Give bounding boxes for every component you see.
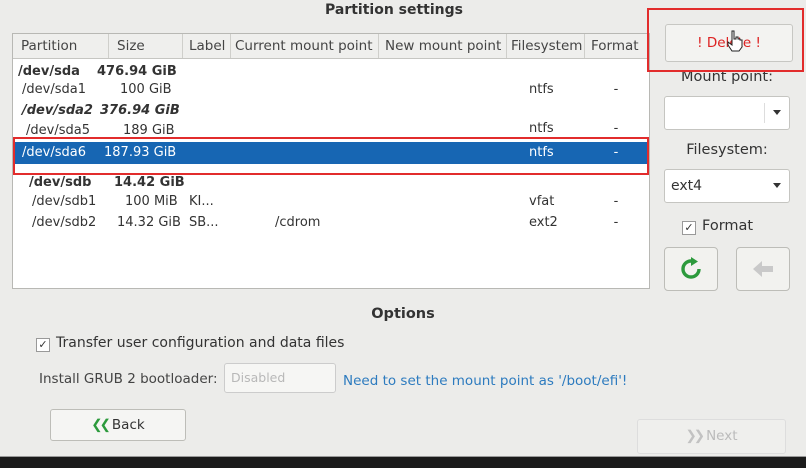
filesystem-cell: ext2 xyxy=(529,215,558,230)
format-label: Format xyxy=(702,218,754,234)
label-cell: KI... xyxy=(189,194,214,209)
grub-label: Install GRUB 2 bootloader: xyxy=(39,371,218,387)
partition-cell: /dev/sda2 xyxy=(22,103,93,118)
grub-note: Need to set the mount point as '/boot/ef… xyxy=(343,373,628,389)
undo-button[interactable] xyxy=(736,247,790,291)
double-chevron-left-icon: ❮❮ xyxy=(91,417,111,433)
filesystem-cell: vfat xyxy=(529,194,555,209)
partition-cell: /dev/sda1 xyxy=(22,82,86,97)
partition-settings-window: Partition settings Partition Size Label … xyxy=(0,0,806,457)
format-cell: - xyxy=(613,121,619,136)
table-row[interactable]: /dev/sdb1 100 MiB KI... vfat - xyxy=(13,191,649,213)
filesystem-cell: ntfs xyxy=(529,82,554,97)
col-size[interactable]: Size xyxy=(109,34,183,58)
back-button[interactable]: ❮❮ Back xyxy=(50,409,186,441)
size-cell: 100 GiB xyxy=(120,82,172,97)
format-cell: - xyxy=(613,145,619,160)
mount-point-label: Mount point: xyxy=(681,69,773,85)
size-cell: 14.32 GiB xyxy=(117,215,181,230)
partition-cell: /dev/sdb2 xyxy=(32,215,97,230)
col-label[interactable]: Label xyxy=(183,34,231,58)
table-header: Partition Size Label Current mount point… xyxy=(13,34,649,59)
refresh-icon xyxy=(681,257,701,279)
transfer-option[interactable]: ✓ Transfer user configuration and data fi… xyxy=(36,335,344,352)
window-title: Partition settings xyxy=(324,2,463,18)
filesystem-label: Filesystem: xyxy=(686,142,768,158)
current-mount-cell: /cdrom xyxy=(275,215,321,230)
mount-point-combo[interactable] xyxy=(664,96,790,130)
refresh-button[interactable] xyxy=(664,247,718,291)
next-label: Next xyxy=(706,428,738,444)
table-row-selected[interactable]: /dev/sda6 187.93 GiB ntfs - xyxy=(13,142,649,164)
hand-cursor-icon xyxy=(727,30,743,52)
next-button[interactable]: ❯❯ Next xyxy=(637,419,786,454)
format-option[interactable]: ✓ Format xyxy=(682,218,753,235)
format-cell: - xyxy=(613,194,619,209)
table-row[interactable]: /dev/sda1 100 GiB ntfs - xyxy=(13,79,649,101)
col-filesystem[interactable]: Filesystem xyxy=(507,34,585,58)
size-cell: 187.93 GiB xyxy=(104,145,177,160)
col-partition[interactable]: Partition xyxy=(13,34,109,58)
transfer-label: Transfer user configuration and data fil… xyxy=(56,335,345,351)
chevron-down-icon xyxy=(773,110,781,115)
left-arrow-icon xyxy=(753,261,773,277)
format-cell: - xyxy=(613,215,619,230)
partition-cell: /dev/sda6 xyxy=(22,145,86,160)
double-chevron-right-icon: ❯❯ xyxy=(685,428,705,444)
filesystem-combo[interactable]: ext4 xyxy=(664,169,790,203)
col-current-mount[interactable]: Current mount point xyxy=(231,34,379,58)
filesystem-value: ext4 xyxy=(671,178,703,194)
partition-cell: /dev/sdb1 xyxy=(32,194,97,209)
table-row[interactable]: /dev/sdb2 14.32 GiB SB... /cdrom ext2 - xyxy=(13,212,649,234)
col-new-mount[interactable]: New mount point xyxy=(379,34,507,58)
grub-bootloader-select[interactable]: Disabled xyxy=(224,363,336,393)
size-cell: 100 MiB xyxy=(125,194,178,209)
table-row[interactable]: /dev/sda5 189 GiB ntfs - xyxy=(13,120,649,138)
size-cell: 376.94 GiB xyxy=(100,103,180,118)
back-label: Back xyxy=(111,417,145,433)
options-heading: Options xyxy=(371,306,435,322)
filesystem-cell: ntfs xyxy=(529,121,554,136)
table-row[interactable]: /dev/sda2 376.94 GiB xyxy=(13,100,649,122)
format-checkbox[interactable]: ✓ xyxy=(682,221,696,235)
partition-table[interactable]: Partition Size Label Current mount point… xyxy=(12,33,650,289)
partition-cell: /dev/sda5 xyxy=(26,123,90,138)
transfer-checkbox[interactable]: ✓ xyxy=(36,338,50,352)
chevron-down-icon xyxy=(773,183,781,188)
col-format[interactable]: Format xyxy=(585,34,649,58)
combo-separator xyxy=(764,103,765,123)
format-cell: - xyxy=(613,82,619,97)
label-cell: SB... xyxy=(189,215,219,230)
filesystem-cell: ntfs xyxy=(529,145,554,160)
size-cell: 189 GiB xyxy=(123,123,175,138)
